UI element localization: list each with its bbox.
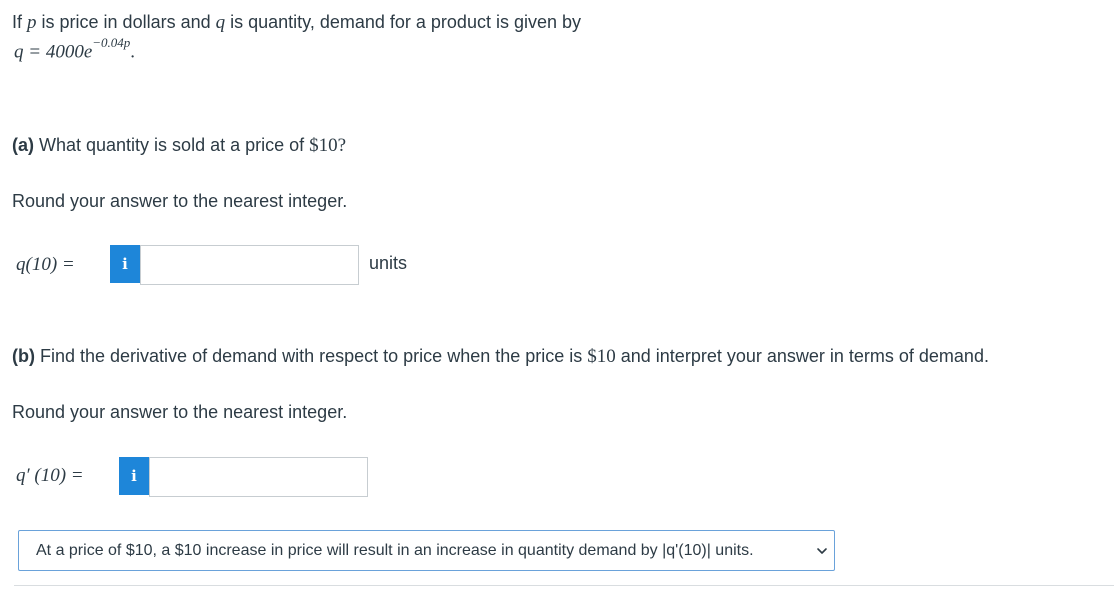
part-a-answer-input[interactable] bbox=[140, 245, 359, 285]
part-b-round-instruction: Round your answer to the nearest integer… bbox=[12, 402, 348, 422]
chevron-down-icon bbox=[817, 548, 827, 554]
var-q: q bbox=[215, 12, 226, 33]
interpretation-select-value: At a price of $10, a $10 increase in pri… bbox=[36, 541, 754, 559]
part-a-info-icon[interactable]: i bbox=[110, 245, 140, 283]
bottom-divider bbox=[14, 585, 1114, 586]
var-p: p bbox=[27, 12, 37, 33]
problem-intro: If p is price in dollars and q is quanti… bbox=[12, 12, 581, 33]
part-a-units: units bbox=[369, 253, 408, 273]
part-a-input-label: q(10) = bbox=[16, 254, 75, 275]
demand-equation: q = 4000e−0.04p. bbox=[14, 35, 136, 63]
part-a-round-instruction: Round your answer to the nearest integer… bbox=[12, 191, 348, 211]
part-b-input-label: q′ (10) = bbox=[16, 465, 84, 486]
part-a-question: (a) What quantity is sold at a price of … bbox=[12, 135, 347, 156]
interpretation-select[interactable]: At a price of $10, a $10 increase in pri… bbox=[18, 530, 835, 571]
part-b-info-icon[interactable]: i bbox=[119, 457, 149, 495]
part-b-answer-input[interactable] bbox=[149, 457, 368, 497]
part-a-label: (a) bbox=[12, 135, 34, 155]
part-b-question: (b) Find the derivative of demand with r… bbox=[12, 346, 989, 367]
part-b-label: (b) bbox=[12, 346, 35, 366]
